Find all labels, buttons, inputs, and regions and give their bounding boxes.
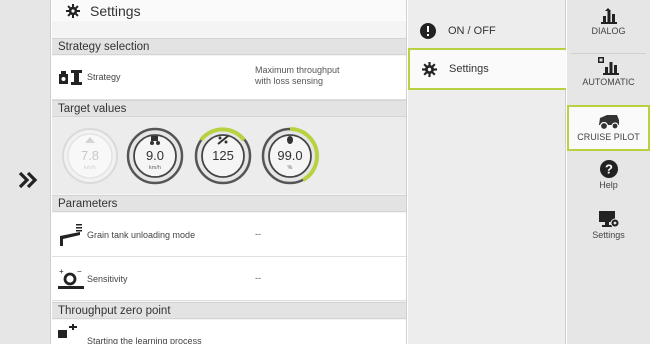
throughput-icon [85,137,95,143]
nav-cruise-pilot[interactable]: CRUISE PILOT [567,105,650,151]
gauge-value: 7.8 [80,148,100,163]
gauge-unit: % [287,165,293,171]
nav-label: Settings [592,230,625,240]
double-chevron-right-icon [18,171,38,189]
nav-dialog[interactable]: DIALOG [567,8,650,52]
strategy-label: Strategy [87,72,121,82]
nav-label: AUTOMATIC [582,77,635,87]
sensitivity-label: Sensitivity [87,273,128,284]
section-header-strategy: Strategy selection [52,38,406,55]
sensitivity-value: -- [255,273,261,283]
learning-row[interactable]: Starting the learning process [52,320,406,344]
strategy-row[interactable]: Strategy Maximum throughput with loss se… [52,56,406,100]
strategy-value-line2: with loss sensing [255,76,324,86]
harvester-icon [598,115,619,130]
svg-text:?: ? [605,162,613,177]
sensitivity-icon: + − [58,267,84,289]
gauge-speed[interactable]: 9.0 km/h [126,127,184,185]
grain-tank-row[interactable]: Grain tank unloading mode -- [52,213,406,257]
settings-panel: Settings Strategy selection Strategy Max… [52,0,407,344]
gauge-rotor[interactable]: 125 [194,127,252,185]
section-header-parameters: Parameters [52,195,406,212]
nav-label: DIALOG [591,26,626,36]
left-expand-strip [0,0,51,344]
monitor-settings-icon [598,211,619,228]
strategy-value: Maximum throughput with loss sensing [255,65,340,87]
auto-chart-icon [597,57,619,75]
gear-icon [66,3,80,18]
gear-icon [422,61,437,77]
divider [571,53,646,54]
expand-button[interactable] [16,168,40,192]
gauge-value: 125 [212,148,234,163]
menu-item-settings[interactable]: Settings [408,48,566,90]
nav-help[interactable]: ? Help [567,160,650,200]
section-header-target: Target values [52,100,406,117]
svg-text:+: + [59,267,64,276]
grain-tank-unload-icon [60,224,82,246]
gauge-unit: km/h [149,165,161,171]
help-icon: ? [599,160,618,178]
right-nav: DIALOG AUTOMATIC CRUISE PILOT ? Help Set… [567,0,650,344]
gauge-value: 99.0 [277,148,303,163]
menu-item-label: ON / OFF [448,25,496,37]
info-icon [420,23,436,39]
learning-label: Starting the learning process [87,336,202,344]
gauge-value: 9.0 [145,148,165,163]
target-gauges: 7.8 km/h 9.0 km/h 125 99.0 % [52,117,406,194]
function-menu: ON / OFF Settings [408,0,566,344]
nav-label: Help [599,180,618,190]
menu-item-on-off[interactable]: ON / OFF [408,10,566,52]
strategy-value-line1: Maximum throughput [255,65,340,75]
gauge-unit: km/h [84,165,96,171]
harvester-speed-icon [150,136,160,145]
gauge-loss[interactable]: 99.0 % [261,127,319,185]
page-title: Settings [90,2,141,19]
section-header-zero-point: Throughput zero point [52,302,406,319]
svg-text:−: − [77,267,82,276]
bar-chart-icon [600,8,617,24]
strategy-icon [59,69,82,85]
nav-automatic[interactable]: AUTOMATIC [567,57,650,101]
menu-item-label: Settings [449,63,489,75]
sensitivity-row[interactable]: + − Sensitivity -- [52,257,406,301]
grain-tank-value: -- [255,229,261,239]
nav-settings[interactable]: Settings [567,210,650,250]
nav-label: CRUISE PILOT [577,132,640,142]
grain-tank-label: Grain tank unloading mode [87,229,196,240]
learning-process-icon [58,324,77,338]
grain-loss-icon [287,136,293,144]
gauge-throughput: 7.8 km/h [61,127,119,185]
rotor-loss-icon [217,135,229,145]
panel-title-row: Settings [52,0,406,21]
